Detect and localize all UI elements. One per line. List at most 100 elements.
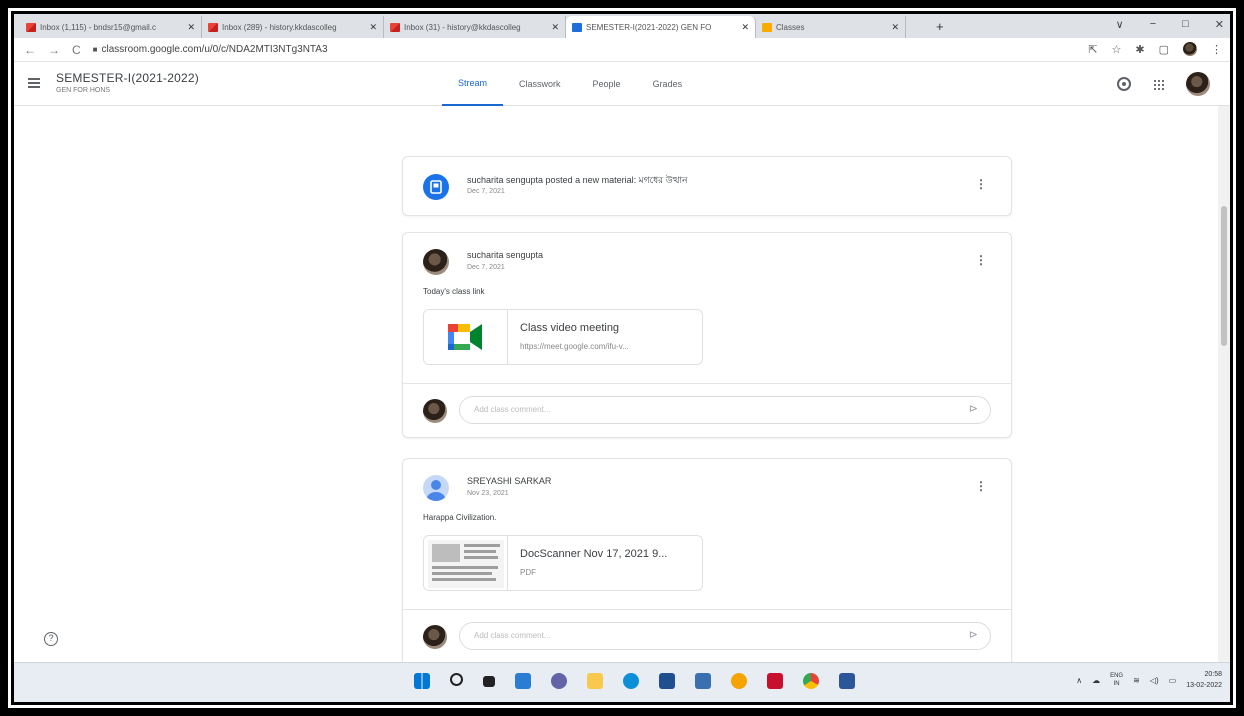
tab-label: SEMESTER-I(2021-2022) GEN FO bbox=[586, 22, 712, 32]
tab-grades[interactable]: Grades bbox=[637, 62, 699, 106]
class-comment-input[interactable]: Add class comment... ⊳ bbox=[459, 622, 991, 650]
browser-tab-gmail-2[interactable]: Inbox (289) - history.kkdascolleg ✕ bbox=[202, 16, 384, 38]
close-tab-icon[interactable]: ✕ bbox=[187, 22, 195, 33]
commenter-avatar bbox=[423, 625, 447, 649]
lock-icon[interactable]: ■ bbox=[93, 45, 98, 54]
class-title[interactable]: SEMESTER-I(2021-2022) bbox=[56, 71, 199, 85]
share-icon[interactable]: ⇱ bbox=[1088, 43, 1097, 56]
back-arrow-icon[interactable]: ← bbox=[24, 43, 36, 57]
tab-search-button[interactable]: ∨ bbox=[1116, 18, 1124, 31]
reload-icon[interactable]: C bbox=[72, 43, 81, 57]
forward-arrow-icon[interactable]: → bbox=[48, 43, 60, 57]
bookmark-star-icon[interactable]: ☆ bbox=[1112, 43, 1122, 56]
gmail-icon bbox=[390, 22, 400, 32]
menu-dots-icon[interactable]: ⋮ bbox=[1211, 43, 1222, 56]
sidebar-icon[interactable]: ▢ bbox=[1159, 43, 1169, 56]
pdf-attachment[interactable]: DocScanner Nov 17, 2021 9... PDF bbox=[423, 535, 703, 591]
material-icon bbox=[423, 174, 449, 200]
default-avatar-icon bbox=[423, 475, 449, 501]
post-body: Harappa Civilization. bbox=[423, 513, 497, 522]
system-tray: ∧ ☁ ENG IN ≋ ◁) ▭ 20:58 13-02-2022 bbox=[1076, 669, 1222, 691]
send-icon[interactable]: ⊳ bbox=[969, 628, 978, 641]
gmail-icon bbox=[26, 22, 36, 32]
scrollbar-thumb[interactable] bbox=[1221, 206, 1227, 346]
close-tab-icon[interactable]: ✕ bbox=[891, 22, 899, 33]
clock[interactable]: 20:58 13-02-2022 bbox=[1186, 669, 1222, 691]
volume-icon[interactable]: ◁) bbox=[1150, 676, 1159, 685]
help-icon[interactable]: ? bbox=[44, 632, 58, 646]
url-field[interactable]: classroom.google.com/u/0/c/NDA2MTI3NTg3N… bbox=[102, 44, 328, 55]
wifi-icon[interactable]: ≋ bbox=[1133, 676, 1140, 685]
document-thumbnail bbox=[424, 536, 508, 590]
paint-icon[interactable] bbox=[731, 673, 747, 689]
material-post-text[interactable]: sucharita sengupta posted a new material… bbox=[467, 173, 688, 188]
clock-date: 13-02-2022 bbox=[1186, 682, 1222, 689]
hamburger-menu-icon[interactable] bbox=[28, 78, 40, 88]
class-comment-input[interactable]: Add class comment... ⊳ bbox=[459, 396, 991, 424]
tab-stream[interactable]: Stream bbox=[442, 62, 504, 106]
stream-post-card-1: sucharita sengupta Dec 7, 2021 ⋮ Today's… bbox=[402, 232, 1012, 438]
more-options-icon[interactable]: ⋮ bbox=[975, 253, 987, 267]
region-code: IN bbox=[1113, 681, 1120, 687]
extensions-icon[interactable]: ✱ bbox=[1135, 43, 1144, 56]
class-nav-tabs: Stream Classwork People Grades bbox=[442, 62, 698, 106]
browser-tab-gmail-3[interactable]: Inbox (31) - history@kkdascolleg ✕ bbox=[384, 16, 566, 38]
widgets-icon[interactable] bbox=[515, 673, 531, 689]
apps-grid-icon[interactable] bbox=[1153, 78, 1164, 90]
close-tab-icon[interactable]: ✕ bbox=[551, 22, 559, 33]
chrome-icon[interactable] bbox=[803, 673, 819, 689]
material-post-card[interactable]: sucharita sengupta posted a new material… bbox=[402, 156, 1012, 216]
tab-label: Inbox (289) - history.kkdascolleg bbox=[222, 22, 337, 32]
browser-tab-strip: Inbox (1,115) - bndsr15@gmail.c ✕ Inbox … bbox=[14, 14, 1230, 38]
battery-icon[interactable]: ▭ bbox=[1169, 676, 1177, 685]
browser-tab-classroom[interactable]: SEMESTER-I(2021-2022) GEN FO ✕ bbox=[566, 16, 756, 38]
post-date: Nov 23, 2021 bbox=[467, 490, 509, 497]
post-author: sucharita sengupta bbox=[467, 250, 544, 260]
settings-gear-icon[interactable] bbox=[1117, 77, 1131, 91]
more-options-icon[interactable]: ⋮ bbox=[975, 479, 987, 493]
post-author: SREYASHI SARKAR bbox=[467, 476, 552, 486]
tab-people[interactable]: People bbox=[577, 62, 637, 106]
classroom-header: SEMESTER-I(2021-2022) GEN FOR HONS Strea… bbox=[14, 62, 1230, 106]
tab-label: Inbox (1,115) - bndsr15@gmail.c bbox=[40, 22, 157, 32]
classroom-icon bbox=[762, 22, 772, 32]
maximize-button[interactable]: □ bbox=[1182, 18, 1189, 31]
account-avatar[interactable] bbox=[1186, 72, 1210, 96]
tab-classwork[interactable]: Classwork bbox=[503, 62, 577, 106]
send-icon[interactable]: ⊳ bbox=[969, 402, 978, 415]
browser-tab-classes[interactable]: Classes ✕ bbox=[756, 16, 906, 38]
lang-code: ENG bbox=[1110, 673, 1124, 679]
more-options-icon[interactable]: ⋮ bbox=[975, 177, 987, 191]
windows-start-icon[interactable] bbox=[414, 673, 430, 689]
address-bar: ← → C ■ classroom.google.com/u/0/c/NDA2M… bbox=[14, 38, 1230, 62]
new-tab-button[interactable]: + bbox=[936, 19, 944, 34]
settings-app-icon[interactable] bbox=[695, 673, 711, 689]
comment-row: Add class comment... ⊳ bbox=[403, 383, 1011, 437]
meet-attachment[interactable]: Class video meeting https://meet.google.… bbox=[423, 309, 703, 365]
onedrive-icon[interactable]: ☁ bbox=[1092, 676, 1100, 685]
close-window-button[interactable]: ✕ bbox=[1215, 18, 1224, 31]
browser-toolbar-right: ⇱ ☆ ✱ ▢ ⋮ bbox=[1088, 42, 1222, 56]
mcafee-icon[interactable] bbox=[767, 673, 783, 689]
task-view-icon[interactable] bbox=[483, 676, 495, 687]
close-tab-icon[interactable]: ✕ bbox=[369, 22, 377, 33]
profile-avatar[interactable] bbox=[1183, 42, 1197, 56]
class-section: GEN FOR HONS bbox=[56, 87, 111, 94]
language-indicator[interactable]: ENG IN bbox=[1110, 672, 1123, 688]
browser-tab-gmail-1[interactable]: Inbox (1,115) - bndsr15@gmail.c ✕ bbox=[20, 16, 202, 38]
gmail-icon bbox=[208, 22, 218, 32]
screen: Inbox (1,115) - bndsr15@gmail.c ✕ Inbox … bbox=[14, 14, 1230, 702]
store-icon[interactable] bbox=[659, 673, 675, 689]
page-scrollbar[interactable] bbox=[1218, 106, 1230, 662]
chat-icon[interactable] bbox=[551, 673, 567, 689]
minimize-button[interactable]: − bbox=[1150, 18, 1156, 31]
close-tab-icon[interactable]: ✕ bbox=[741, 22, 749, 33]
search-icon[interactable] bbox=[450, 673, 463, 686]
word-icon[interactable] bbox=[839, 673, 855, 689]
show-hidden-icons[interactable]: ∧ bbox=[1076, 676, 1082, 685]
post-date: Dec 7, 2021 bbox=[467, 264, 505, 271]
attachment-title: DocScanner Nov 17, 2021 9... bbox=[520, 548, 668, 560]
file-explorer-icon[interactable] bbox=[587, 673, 603, 689]
classroom-icon bbox=[572, 22, 582, 32]
edge-icon[interactable] bbox=[623, 673, 639, 689]
